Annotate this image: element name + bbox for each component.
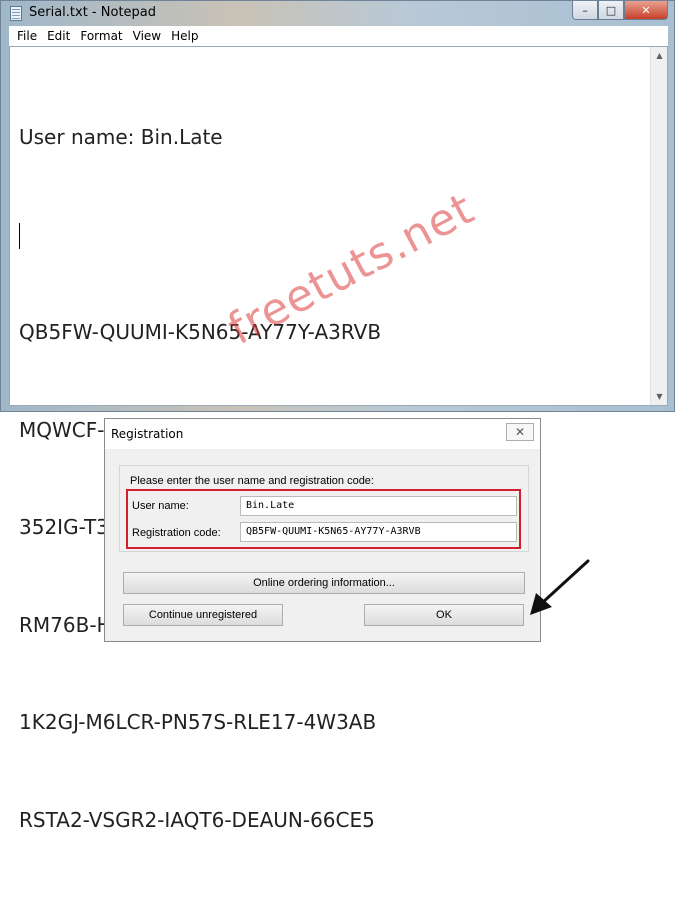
window-controls: – □ ✕ bbox=[572, 1, 668, 20]
dialog-close-button[interactable]: ✕ bbox=[506, 423, 534, 441]
menu-file[interactable]: File bbox=[15, 29, 45, 43]
user-name-input[interactable]: Bin.Late bbox=[240, 496, 517, 516]
menu-edit[interactable]: Edit bbox=[45, 29, 78, 43]
menu-help[interactable]: Help bbox=[169, 29, 206, 43]
pointer-arrow-icon bbox=[530, 559, 590, 615]
dialog-titlebar[interactable]: Registration ✕ bbox=[105, 419, 540, 449]
dialog-title: Registration bbox=[111, 427, 184, 441]
text-editor-area[interactable]: User name: Bin.Late QB5FW-QUUMI-K5N65-AY… bbox=[9, 46, 668, 832]
caret-line bbox=[19, 219, 639, 252]
maximize-button[interactable]: □ bbox=[598, 1, 624, 20]
document-icon bbox=[10, 6, 22, 21]
text-caret bbox=[19, 223, 20, 249]
menu-bar: File Edit Format View Help bbox=[9, 26, 668, 46]
text-line: QB5FW-QUUMI-K5N65-AY77Y-A3RVB bbox=[19, 320, 382, 344]
notepad-window: Serial.txt - Notepad – □ ✕ File Edit For… bbox=[0, 0, 675, 832]
menu-view[interactable]: View bbox=[131, 29, 169, 43]
user-name-label: User name: bbox=[132, 500, 189, 512]
continue-unregistered-button[interactable]: Continue unregistered bbox=[123, 604, 283, 626]
vertical-scrollbar[interactable]: ▲ ▼ bbox=[650, 47, 667, 405]
registration-code-input[interactable]: QB5FW-QUUMI-K5N65-AY77Y-A3RVB bbox=[240, 522, 517, 542]
online-ordering-button[interactable]: Online ordering information... bbox=[123, 572, 525, 594]
text-line: 1K2GJ-M6LCR-PN57S-RLE17-4W3AB bbox=[19, 710, 377, 734]
registration-prompt: Please enter the user name and registrat… bbox=[130, 475, 374, 487]
ok-button[interactable]: OK bbox=[364, 604, 524, 626]
scroll-up-icon[interactable]: ▲ bbox=[651, 47, 668, 64]
close-button[interactable]: ✕ bbox=[624, 1, 668, 20]
registration-code-label: Registration code: bbox=[132, 527, 221, 539]
text-line: RSTA2-VSGR2-IAQT6-DEAUN-66CE5 bbox=[19, 807, 375, 832]
registration-group: Please enter the user name and registrat… bbox=[119, 465, 529, 552]
minimize-button[interactable]: – bbox=[572, 1, 598, 20]
registration-dialog: Registration ✕ Please enter the user nam… bbox=[104, 418, 541, 642]
text-line: User name: Bin.Late bbox=[19, 125, 223, 149]
window-title: Serial.txt - Notepad bbox=[29, 5, 157, 20]
scroll-down-icon[interactable]: ▼ bbox=[651, 388, 668, 405]
menu-format[interactable]: Format bbox=[78, 29, 130, 43]
notepad-titlebar[interactable]: Serial.txt - Notepad – □ ✕ bbox=[1, 1, 674, 25]
